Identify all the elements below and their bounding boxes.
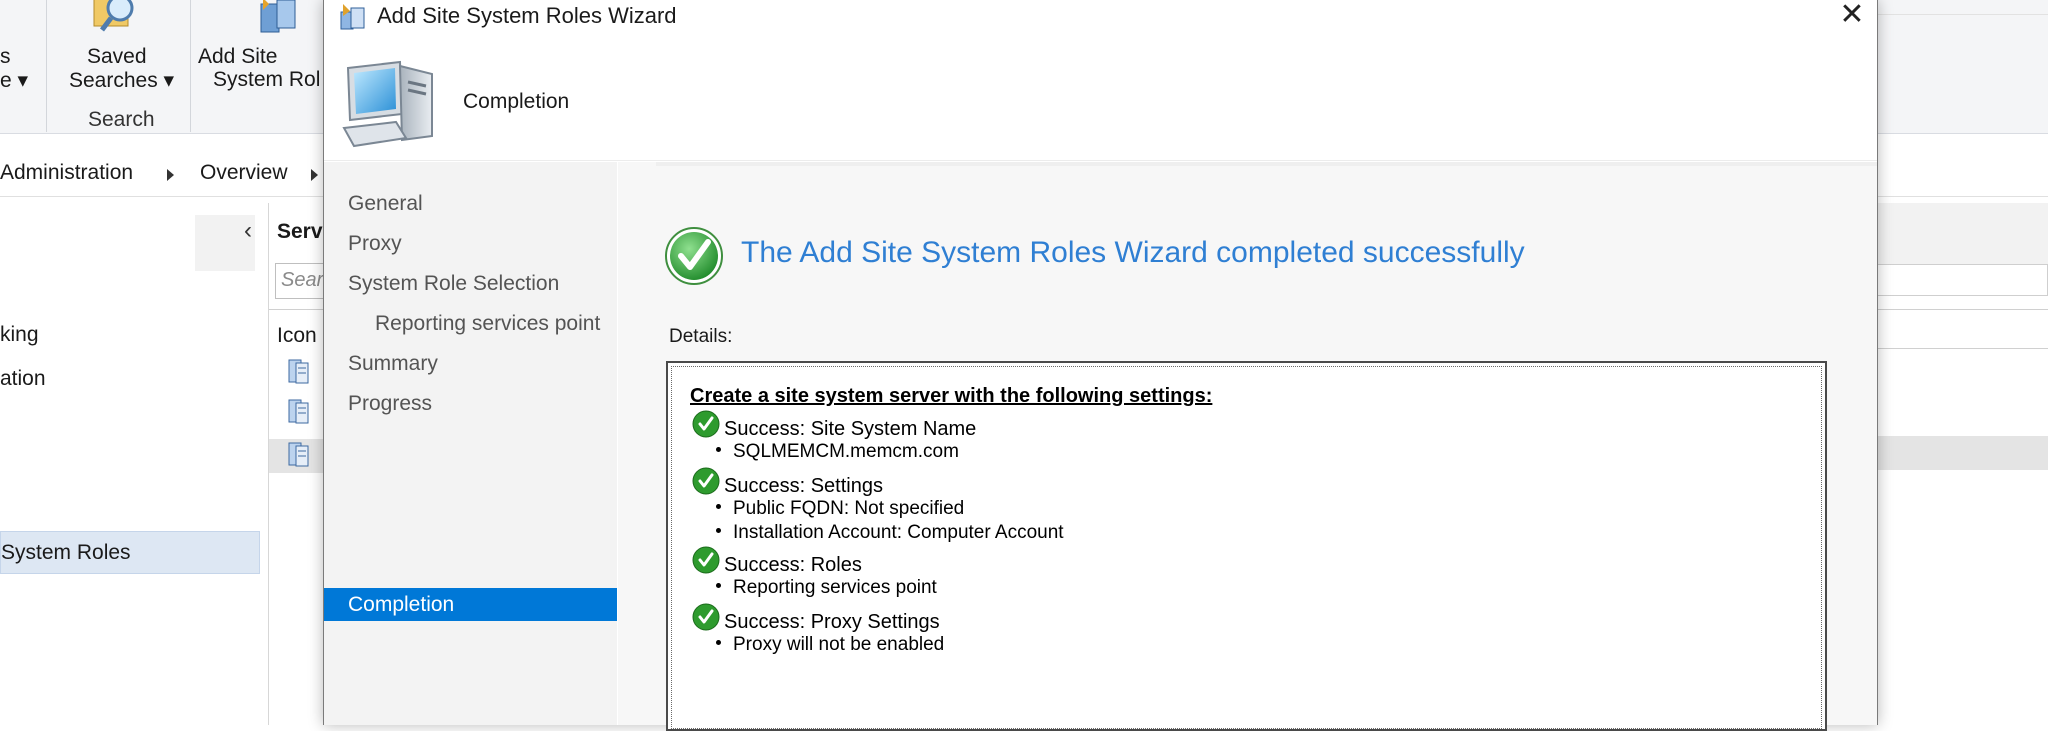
ribbon-partial-button-label2[interactable]: e ▾ (0, 68, 28, 93)
header-divider (324, 160, 1877, 161)
nav-item[interactable]: king (0, 323, 39, 347)
collapse-pane-icon[interactable]: ‹ (244, 217, 252, 245)
column-header-icon[interactable]: Icon (277, 324, 317, 348)
details-box[interactable]: Create a site system server with the fol… (666, 361, 1827, 731)
nav-item-label: System Roles (1, 541, 131, 564)
search-placeholder: Sear (281, 269, 324, 291)
console-right-strip (1877, 0, 2048, 725)
close-icon[interactable]: ✕ (1834, 0, 1870, 32)
section-title: Success: Site System Name (724, 418, 977, 440)
breadcrumb-item-overview[interactable]: Overview (200, 161, 288, 185)
step-general[interactable]: General (348, 192, 423, 216)
wizard-steps-pane: General Proxy System Role Selection Repo… (324, 162, 617, 725)
nav-item[interactable]: ation (0, 367, 46, 391)
wizard-dialog: Add Site System Roles Wizard ✕ Completio… (323, 0, 1878, 731)
search-input-right[interactable] (1877, 264, 2048, 296)
step-completion[interactable]: Completion (324, 588, 617, 621)
server-icon (288, 359, 309, 384)
success-message: The Add Site System Roles Wizard complet… (741, 236, 1525, 269)
success-check-icon (692, 467, 720, 495)
navigation-pane: ‹ king ation (0, 203, 267, 725)
column-divider (1877, 348, 2048, 349)
breadcrumb: Administration Overview (0, 156, 330, 197)
breadcrumb-arrow-icon[interactable] (167, 169, 174, 181)
success-check-icon (692, 603, 720, 631)
success-check-icon (665, 227, 723, 285)
step-progress[interactable]: Progress (348, 392, 432, 416)
step-proxy[interactable]: Proxy (348, 232, 402, 256)
step-completion-label: Completion (348, 593, 455, 616)
details-heading: Create a site system server with the fol… (690, 385, 1213, 407)
dialog-title: Add Site System Roles Wizard (377, 3, 677, 28)
server-icon (288, 399, 309, 424)
section-title: Success: Proxy Settings (724, 611, 940, 633)
computer-icon (342, 60, 433, 148)
saved-searches-button[interactable]: Saved Searches ▾ (55, 0, 185, 100)
saved-searches-icon (93, 0, 134, 32)
wizard-icon (340, 4, 365, 30)
column-divider (269, 309, 329, 310)
ribbon-separator (46, 0, 47, 132)
breadcrumb-item-administration[interactable]: Administration (0, 161, 133, 185)
step-reporting-services-point[interactable]: Reporting services point (375, 312, 600, 336)
section-bullet: Public FQDN: Not specified (716, 498, 964, 520)
ribbon-partial-button-label[interactable]: s (0, 45, 11, 69)
ribbon-group-search: Search (88, 108, 155, 131)
server-icon (288, 442, 309, 467)
add-site-role-icon (260, 0, 296, 33)
add-site-label-line2: System Rol (213, 68, 321, 91)
add-site-system-roles-button[interactable]: Add Site System Rol (198, 0, 325, 100)
success-check-icon (692, 546, 720, 574)
list-header: Serv (277, 220, 323, 243)
list-header-right (1877, 203, 2048, 267)
breadcrumb-right (1877, 156, 2048, 197)
add-site-label-line1: Add Site (198, 45, 278, 68)
section-title: Success: Settings (724, 475, 883, 497)
content-top-shade (656, 162, 1877, 166)
step-summary[interactable]: Summary (348, 352, 438, 376)
section-title: Success: Roles (724, 554, 862, 576)
table-row-selected[interactable] (1877, 436, 2048, 470)
step-system-role-selection[interactable]: System Role Selection (348, 272, 559, 296)
ribbon-separator (190, 0, 191, 132)
ribbon-right (1877, 0, 2048, 134)
details-label: Details: (669, 326, 733, 347)
breadcrumb-arrow-icon[interactable] (311, 169, 318, 181)
section-bullet: SQLMEMCM.memcm.com (716, 441, 959, 463)
section-bullet: Installation Account: Computer Account (716, 522, 1064, 544)
section-bullet: Proxy will not be enabled (716, 634, 944, 656)
wizard-page-header: Completion (463, 90, 570, 113)
section-bullet: Reporting services point (716, 577, 937, 599)
column-divider (1877, 309, 2048, 310)
saved-searches-label-line2: Searches ▾ (69, 69, 175, 92)
success-check-icon (692, 410, 720, 438)
ribbon-line (1877, 14, 2048, 15)
nav-item-site-system-roles[interactable]: System Roles (0, 531, 260, 574)
saved-searches-label-line1: Saved (87, 45, 147, 68)
